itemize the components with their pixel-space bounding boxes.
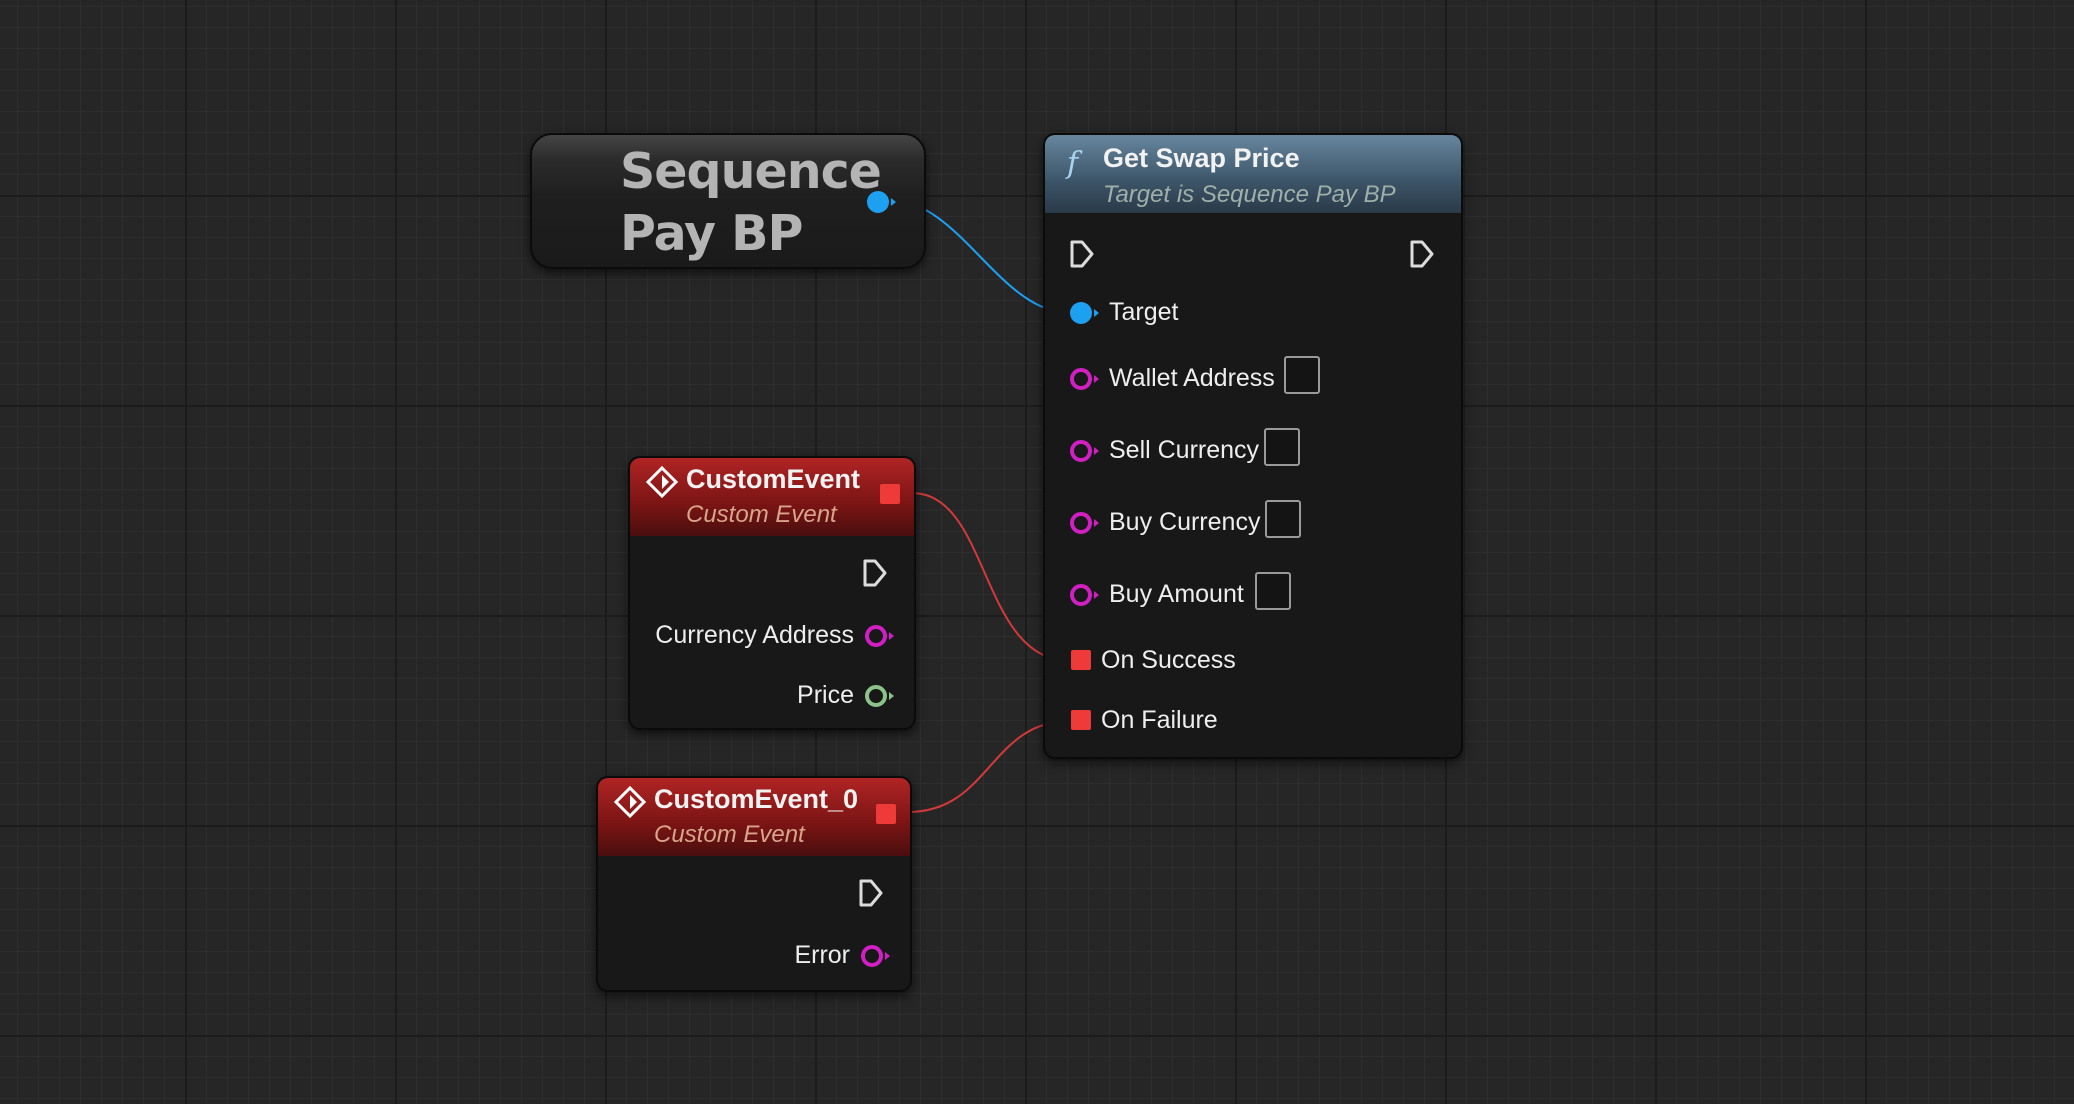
custom-event-header: CustomEvent Custom Event [630, 458, 914, 536]
event-title: CustomEvent_0 [654, 784, 859, 814]
custom-event-0-header: CustomEvent_0 Custom Event [598, 778, 910, 856]
exec-out-icon[interactable] [858, 878, 884, 908]
pin-label: Buy Amount [1109, 580, 1244, 608]
pin-label: Buy Currency [1109, 508, 1261, 536]
event-subtitle: Custom Event [686, 501, 837, 528]
float-pin-icon [865, 685, 894, 707]
get-swap-price-node[interactable]: f Get Swap Price Target is Sequence Pay … [1043, 133, 1463, 759]
exec-out-icon[interactable] [1409, 239, 1435, 269]
ref-node-title: Sequence Pay BP [620, 143, 882, 262]
sequence-pay-bp-node[interactable]: Sequence Pay BP [530, 133, 926, 269]
delegate-pin-icon [1071, 710, 1091, 730]
pin-label: Target [1109, 298, 1179, 326]
function-title: Get Swap Price [1103, 143, 1300, 173]
event-title: CustomEvent [686, 464, 861, 494]
wallet-address-input[interactable] [1284, 356, 1320, 394]
event-diamond-icon [614, 786, 646, 818]
exec-in-icon[interactable] [1069, 239, 1095, 269]
pin-error[interactable]: Error [794, 941, 892, 970]
object-pin-icon [1070, 302, 1099, 324]
string-pin-icon [865, 625, 894, 647]
event-subtitle: Custom Event [654, 821, 805, 848]
pin-label: Wallet Address [1109, 364, 1275, 392]
function-icon: f [1065, 146, 1083, 179]
string-pin-icon [861, 945, 890, 967]
pin-currency-address[interactable]: Currency Address [655, 621, 896, 650]
string-pin-icon [1070, 512, 1099, 534]
buy-currency-input[interactable] [1265, 500, 1301, 538]
function-subtitle: Target is Sequence Pay BP [1103, 181, 1396, 208]
delegate-pin-icon [1071, 650, 1091, 670]
string-pin-icon [1070, 440, 1099, 462]
pin-label: On Failure [1101, 706, 1218, 734]
pin-label: On Success [1101, 646, 1236, 674]
svg-text:f: f [1065, 146, 1083, 179]
object-pin-icon[interactable] [866, 189, 898, 215]
string-pin-icon [1070, 584, 1099, 606]
string-pin-icon [1070, 368, 1099, 390]
delegate-out-pin-icon[interactable] [876, 804, 896, 824]
custom-event-0-node[interactable]: CustomEvent_0 Custom Event Error [596, 776, 912, 992]
wire-layer [889, 199, 1071, 813]
delegate-out-pin-icon[interactable] [880, 484, 900, 504]
exec-out-icon[interactable] [862, 558, 888, 588]
get-swap-price-header: f Get Swap Price Target is Sequence Pay … [1045, 135, 1461, 213]
event-diamond-icon [646, 466, 678, 498]
custom-event-node[interactable]: CustomEvent Custom Event Currency Addres… [628, 456, 916, 730]
buy-amount-input[interactable] [1255, 572, 1291, 610]
pin-label: Sell Currency [1109, 436, 1260, 464]
pin-label: Currency Address [655, 621, 854, 649]
sell-currency-input[interactable] [1264, 428, 1300, 466]
pin-price[interactable]: Price [797, 681, 896, 710]
